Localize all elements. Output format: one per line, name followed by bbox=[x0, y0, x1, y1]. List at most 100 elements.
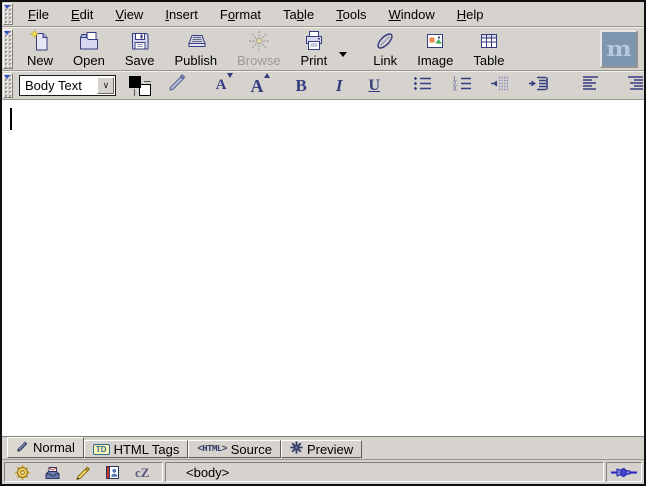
toolbar-grippy[interactable] bbox=[3, 29, 13, 69]
print-group: Print bbox=[290, 27, 349, 71]
align-left-button[interactable] bbox=[582, 75, 599, 96]
table-insert-label: Table bbox=[473, 54, 504, 68]
swatch-tick bbox=[134, 89, 135, 96]
outdent-icon bbox=[490, 75, 510, 97]
indent-button[interactable] bbox=[528, 75, 548, 97]
composition-toolbar: New Open Save bbox=[2, 27, 644, 71]
align-left-icon bbox=[582, 75, 599, 96]
tab-html-tags[interactable]: TD HTML Tags bbox=[84, 440, 188, 458]
numbered-list-button[interactable]: 1. 2. 3. bbox=[452, 75, 472, 97]
tab-html-tags-label: HTML Tags bbox=[114, 442, 180, 457]
menu-window[interactable]: Window bbox=[378, 4, 446, 25]
irc-chat-icon[interactable]: cZ bbox=[134, 464, 153, 481]
bold-button[interactable]: B bbox=[295, 77, 306, 94]
editor-canvas[interactable] bbox=[2, 100, 644, 437]
menu-edit[interactable]: Edit bbox=[60, 4, 104, 25]
toolbar-grippy[interactable] bbox=[3, 3, 13, 25]
highlighter-pen-icon bbox=[168, 74, 186, 97]
image-icon bbox=[423, 29, 447, 53]
browse-label: Browse bbox=[237, 54, 280, 68]
td-tag-icon: TD bbox=[93, 444, 110, 455]
outdent-button[interactable] bbox=[490, 75, 510, 97]
italic-button[interactable]: I bbox=[336, 77, 343, 94]
body-element-button[interactable]: <body> bbox=[186, 465, 229, 480]
component-bar: cZ bbox=[4, 462, 163, 482]
decrease-font-button[interactable]: A bbox=[216, 78, 227, 93]
bullet-list-icon bbox=[412, 75, 432, 97]
arrow-up-icon bbox=[264, 70, 270, 78]
mozilla-throbber[interactable]: m bbox=[600, 30, 638, 68]
mail-icon[interactable] bbox=[44, 464, 61, 481]
save-button[interactable]: Save bbox=[116, 27, 164, 71]
align-right-icon bbox=[627, 75, 644, 96]
online-status-cell bbox=[606, 462, 642, 482]
menu-table[interactable]: Table bbox=[272, 4, 325, 25]
publish-icon bbox=[184, 29, 208, 53]
html-tag-icon: <HTML> bbox=[197, 444, 226, 454]
menu-bar: File Edit View Insert Format Table Tools… bbox=[2, 2, 644, 27]
svg-text:cZ: cZ bbox=[135, 465, 150, 480]
new-page-icon bbox=[28, 29, 52, 53]
text-color-swatch[interactable] bbox=[129, 76, 141, 88]
image-button[interactable]: Image bbox=[408, 27, 462, 71]
mozilla-logo-glyph: m bbox=[606, 38, 631, 60]
print-button[interactable]: Print bbox=[291, 27, 336, 71]
link-icon bbox=[373, 29, 397, 53]
paragraph-format-select[interactable]: Body Text ∨ bbox=[19, 75, 116, 96]
composer-icon[interactable] bbox=[74, 464, 91, 481]
bullet-list-button[interactable] bbox=[412, 75, 432, 97]
browse-icon bbox=[247, 29, 271, 53]
font-letter: A bbox=[250, 76, 263, 96]
browse-button[interactable]: Browse bbox=[228, 27, 289, 71]
tab-preview[interactable]: Preview bbox=[281, 440, 362, 458]
menu-insert[interactable]: Insert bbox=[154, 4, 209, 25]
new-label: New bbox=[27, 54, 53, 68]
font-letter: A bbox=[216, 77, 227, 93]
pen-icon bbox=[16, 440, 29, 456]
table-button[interactable]: Table bbox=[464, 27, 513, 71]
link-button[interactable]: Link bbox=[364, 27, 406, 71]
structure-bar: <body> bbox=[165, 462, 604, 482]
align-right-button[interactable] bbox=[627, 75, 644, 96]
starburst-icon bbox=[290, 441, 303, 457]
paragraph-format-value: Body Text bbox=[20, 78, 97, 93]
menu-tools[interactable]: Tools bbox=[325, 4, 377, 25]
tab-normal[interactable]: Normal bbox=[7, 437, 84, 458]
menu-help[interactable]: Help bbox=[446, 4, 495, 25]
underline-button[interactable]: U bbox=[368, 78, 380, 94]
address-book-icon[interactable] bbox=[104, 464, 121, 481]
open-label: Open bbox=[73, 54, 105, 68]
tab-source[interactable]: <HTML> Source bbox=[188, 440, 281, 458]
text-color-picker[interactable] bbox=[129, 76, 150, 96]
highlight-color-button[interactable] bbox=[168, 74, 186, 97]
save-label: Save bbox=[125, 54, 155, 68]
navigator-icon[interactable] bbox=[14, 464, 31, 481]
image-label: Image bbox=[417, 54, 453, 68]
edit-mode-tabbar: Normal TD HTML Tags <HTML> Source Previe… bbox=[2, 437, 644, 459]
numbered-list-icon: 1. 2. 3. bbox=[452, 75, 472, 97]
svg-text:3.: 3. bbox=[453, 86, 458, 92]
link-label: Link bbox=[373, 54, 397, 68]
status-bar: cZ <body> bbox=[2, 459, 644, 484]
online-plug-icon[interactable] bbox=[611, 466, 637, 479]
arrow-down-icon bbox=[227, 73, 233, 81]
tab-normal-label: Normal bbox=[33, 440, 75, 455]
new-button[interactable]: New bbox=[18, 27, 62, 71]
text-caret bbox=[10, 108, 12, 130]
menu-file[interactable]: File bbox=[17, 4, 60, 25]
tab-source-label: Source bbox=[231, 442, 272, 457]
publish-button[interactable]: Publish bbox=[165, 27, 226, 71]
print-dropdown-arrow[interactable] bbox=[339, 52, 347, 61]
tab-preview-label: Preview bbox=[307, 442, 353, 457]
open-button[interactable]: Open bbox=[64, 27, 114, 71]
save-floppy-icon bbox=[128, 29, 152, 53]
chevron-down-icon[interactable]: ∨ bbox=[97, 77, 114, 94]
menu-view[interactable]: View bbox=[104, 4, 154, 25]
print-icon bbox=[302, 29, 326, 53]
increase-font-button[interactable]: A bbox=[250, 77, 263, 95]
toolbar-grippy[interactable] bbox=[3, 73, 13, 98]
publish-label: Publish bbox=[174, 54, 217, 68]
menu-format[interactable]: Format bbox=[209, 4, 272, 25]
print-label: Print bbox=[300, 54, 327, 68]
indent-icon bbox=[528, 75, 548, 97]
